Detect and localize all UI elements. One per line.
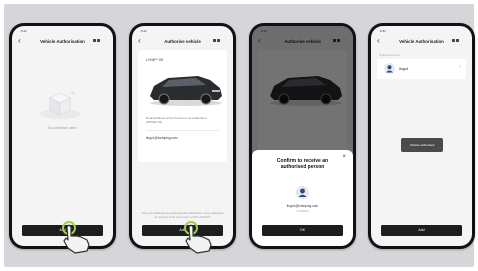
empty-box-illustration-icon xyxy=(40,91,80,119)
phone-4: 9:41 ‹ Vehicle Authorisation Authorised … xyxy=(368,23,475,249)
status-icons xyxy=(92,29,104,42)
vehicle-card: LYNK** 09 Email Address of the Person to… xyxy=(138,50,227,162)
tutorial-panel: 9:41 ‹ Vehicle Authorisation No authoris… xyxy=(4,4,475,267)
phone-1: 9:41 ‹ Vehicle Authorisation No authoris… xyxy=(9,23,116,254)
close-icon[interactable]: × xyxy=(342,154,346,160)
authorisation-note: Only male addresses are authorised for a… xyxy=(141,212,224,219)
dialog-title: Confirm to receive an authorised person xyxy=(276,158,329,171)
phone-2: 9:41 ‹ Authorise vehicle LYNK** 09 Email… xyxy=(129,23,236,254)
section-label: Authorised user xyxy=(379,53,401,57)
title-bar: ‹ Vehicle Authorisation xyxy=(12,36,113,48)
add-button[interactable]: Add xyxy=(381,225,462,236)
title-bar: ‹ Vehicle Authorisation xyxy=(371,36,472,48)
user-avatar-icon xyxy=(296,186,309,199)
vehicle-name: LYNK** 09 xyxy=(146,58,163,62)
status-icons xyxy=(451,29,463,42)
tap-hand-icon xyxy=(184,221,212,254)
empty-state-text: No authorised users xyxy=(48,126,77,130)
confirm-bottom-sheet: Confirm to receive an authorised person … xyxy=(252,150,353,246)
page-title: Authorise vehicle xyxy=(164,39,201,44)
dialog-email: lingo1@lvetoping.com xyxy=(286,204,319,208)
authorise-vehicle-screen: 9:41 ‹ Authorise vehicle LYNK** 09 Email… xyxy=(132,26,233,246)
status-time: 9:41 xyxy=(141,29,147,33)
user-avatar-icon xyxy=(384,63,395,74)
user-name: lingo1 xyxy=(399,67,409,71)
authorised-user-row[interactable]: lingo1 › xyxy=(377,59,466,79)
car-image-icon xyxy=(150,76,222,106)
vehicle-authorisation-result-screen: 9:41 ‹ Vehicle Authorisation Authorised … xyxy=(371,26,472,246)
status-bar: 9:41 xyxy=(132,26,233,42)
ok-button[interactable]: OK xyxy=(262,225,343,236)
email-field[interactable]: lingo1@lvetoping.com xyxy=(146,136,177,140)
phone-3: 9:41 ‹ Authorise vehicle Confirm to rece… xyxy=(249,23,356,249)
status-time: 9:41 xyxy=(380,29,386,33)
status-bar: 9:41 xyxy=(371,26,472,42)
vehicle-authorisation-screen: 9:41 ‹ Vehicle Authorisation No authoris… xyxy=(12,26,113,246)
card-description: Email Address of the Person to be Author… xyxy=(146,116,207,124)
status-icons xyxy=(212,29,224,42)
page-title: Vehicle Authorisation xyxy=(40,39,85,44)
chevron-right-icon: › xyxy=(459,64,461,70)
confirm-dialog-screen: 9:41 ‹ Authorise vehicle Confirm to rece… xyxy=(252,26,353,246)
page-title: Vehicle Authorisation xyxy=(399,39,444,44)
dialog-subtext: LYNK&CO xyxy=(296,210,309,213)
tap-hand-icon xyxy=(62,221,90,254)
success-toast: Vehicle authorised xyxy=(401,138,443,152)
status-time: 9:41 xyxy=(21,29,27,33)
divider xyxy=(146,130,219,131)
title-bar: ‹ Authorise vehicle xyxy=(132,36,233,48)
status-bar: 9:41 xyxy=(12,26,113,42)
